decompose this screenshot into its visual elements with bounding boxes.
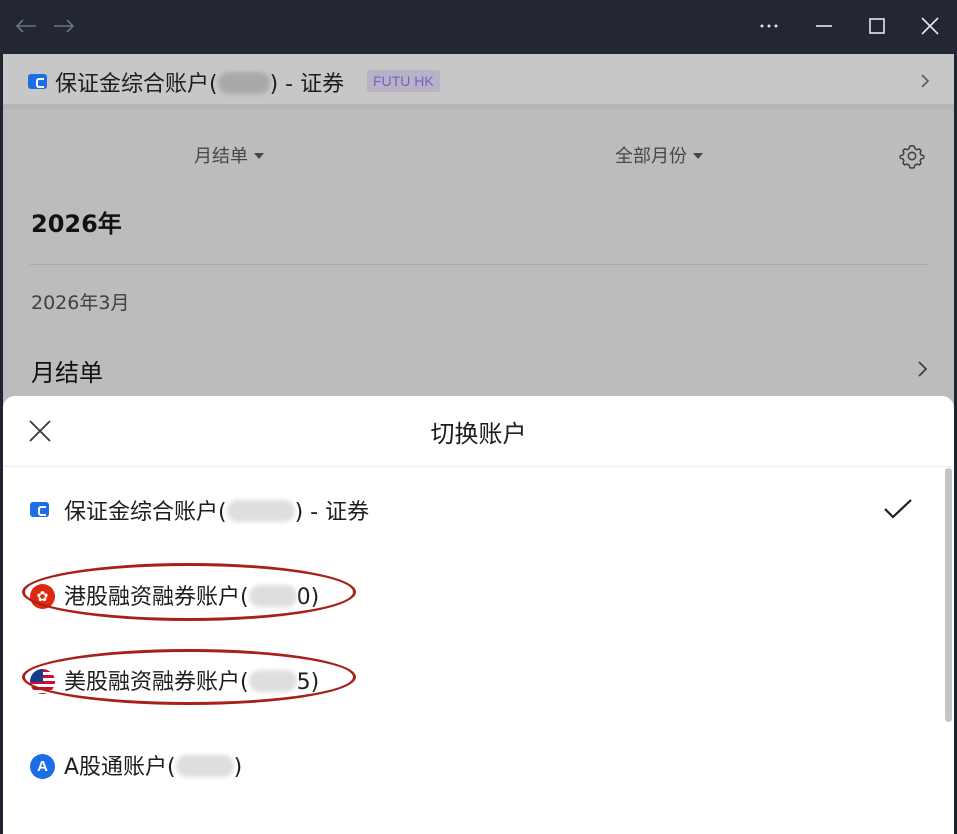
a-share-icon: A — [30, 754, 55, 779]
minimize-button[interactable] — [806, 8, 842, 44]
settings-gear-icon[interactable] — [899, 143, 925, 169]
caret-down-icon — [254, 153, 264, 159]
close-window-button[interactable] — [912, 8, 948, 44]
month-heading: 2026年3月 — [31, 292, 130, 314]
sheet-scrollbar[interactable] — [945, 468, 952, 722]
masked-account-number — [217, 72, 270, 94]
wallet-icon — [28, 74, 47, 89]
account-title: 保证金综合账户() - 证券 — [55, 72, 345, 97]
masked-account-number — [175, 755, 234, 777]
annotation-circle — [22, 649, 356, 705]
maximize-icon — [869, 18, 885, 34]
more-button[interactable] — [751, 8, 787, 44]
minimize-icon — [816, 25, 832, 27]
maximize-button[interactable] — [859, 8, 895, 44]
chevron-right-icon — [921, 74, 930, 88]
monthly-statement-item[interactable]: 月结单 — [31, 353, 103, 388]
chevron-right-icon — [918, 361, 928, 377]
switch-account-sheet: 切换账户 保证金综合账户() - 证券 ✿ 港股融资融券账户(0) 美股融资融券… — [3, 396, 954, 834]
sheet-header: 切换账户 — [3, 396, 954, 467]
wallet-icon — [30, 502, 49, 517]
statement-type-dropdown[interactable]: 月结单 — [194, 142, 264, 168]
account-option-a-share-connect[interactable]: A A股通账户() — [3, 735, 943, 795]
account-option-margin-securities[interactable]: 保证金综合账户() - 证券 — [3, 480, 943, 540]
more-icon — [760, 24, 778, 28]
sheet-title: 切换账户 — [430, 420, 527, 448]
back-button[interactable] — [8, 8, 44, 44]
annotation-circle — [22, 563, 356, 621]
broker-badge: FUTU HK — [367, 70, 440, 92]
divider — [30, 264, 928, 265]
window-titlebar — [0, 0, 957, 54]
month-range-dropdown[interactable]: 全部月份 — [615, 142, 703, 168]
arrow-left-icon — [15, 19, 36, 33]
close-icon — [921, 17, 939, 35]
masked-account-number — [226, 500, 295, 522]
checkmark-icon — [884, 499, 912, 519]
account-selector[interactable]: 保证金综合账户() - 证券 FUTU HK — [3, 54, 954, 110]
forward-button[interactable] — [46, 8, 82, 44]
caret-down-icon — [693, 153, 703, 159]
year-heading: 2026年 — [31, 210, 122, 238]
arrow-right-icon — [54, 19, 75, 33]
